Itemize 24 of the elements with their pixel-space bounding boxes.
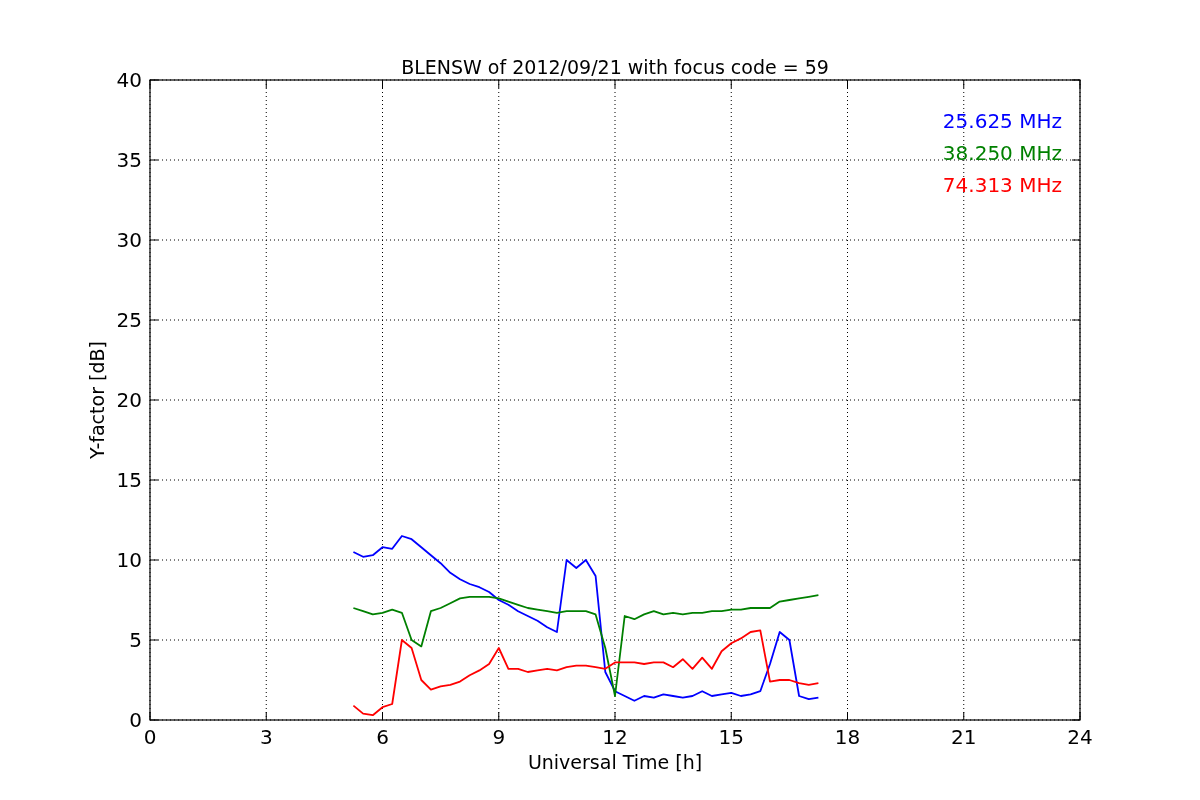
x-tick-label: 0 — [143, 725, 157, 749]
y-axis-label: Y-factor [dB] — [86, 341, 108, 459]
y-tick-label: 0 — [129, 708, 142, 732]
x-axis-label: Universal Time [h] — [527, 751, 703, 773]
y-tick-label: 25 — [116, 308, 142, 332]
x-tick-label: 15 — [718, 725, 744, 749]
x-tick-label: 21 — [951, 725, 977, 749]
x-tick-label: 24 — [1067, 725, 1093, 749]
y-tick-label: 10 — [116, 548, 142, 572]
y-tick-label: 5 — [129, 628, 142, 652]
series-label: 25.625 MHz — [942, 109, 1062, 133]
y-tick-label: 20 — [116, 388, 142, 412]
x-tick-label: 6 — [376, 725, 389, 749]
x-tick-label: 18 — [834, 725, 861, 749]
x-tick-label: 3 — [259, 725, 273, 749]
chart-title: BLENSW of 2012/09/21 with focus code = 59 — [401, 56, 829, 78]
x-tick-label: 12 — [602, 725, 628, 749]
series-label: 38.250 MHz — [942, 141, 1062, 165]
series-label: 74.313 MHz — [942, 173, 1062, 197]
x-tick-label: 9 — [492, 725, 506, 749]
y-tick-label: 35 — [116, 148, 142, 172]
y-tick-label: 15 — [116, 468, 142, 492]
y-tick-label: 40 — [116, 68, 142, 92]
y-tick-label: 30 — [116, 228, 142, 252]
